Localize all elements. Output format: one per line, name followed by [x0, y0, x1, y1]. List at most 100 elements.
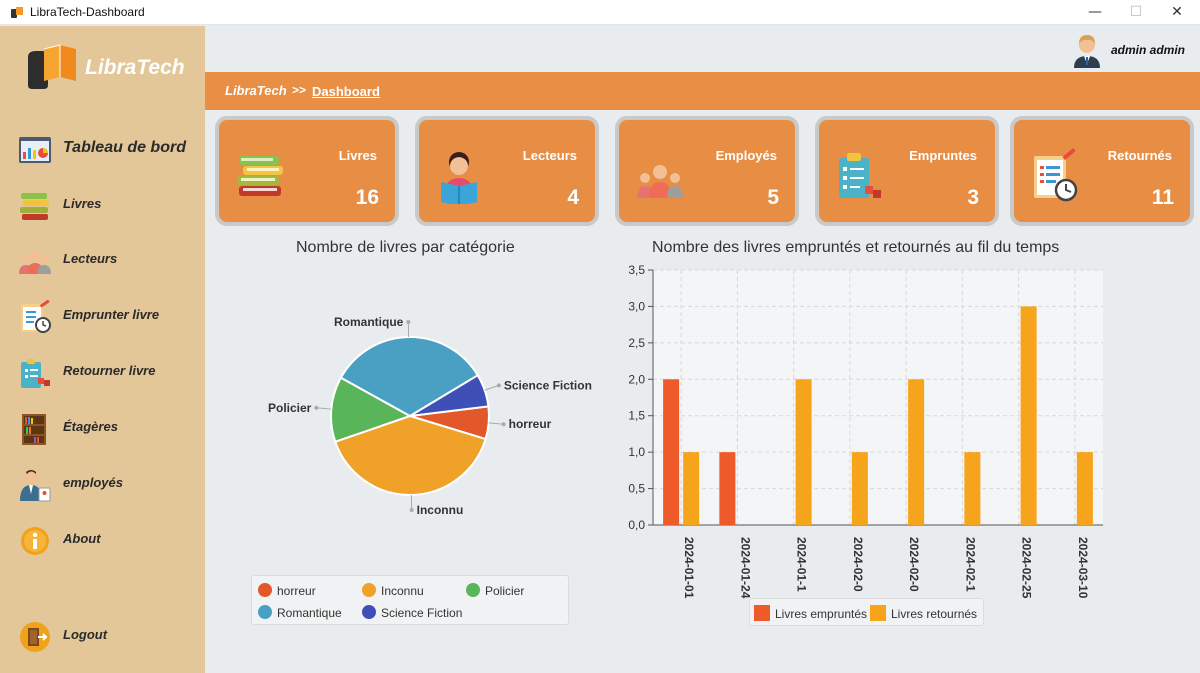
logout-icon [20, 622, 50, 652]
borrow-icon [21, 300, 51, 333]
breadcrumb: LibraTech >> Dashboard [205, 72, 1200, 110]
legend-item-romantique: Romantique [258, 605, 342, 620]
sidebar-item-retourner-livre[interactable]: Retourner livre [0, 350, 205, 394]
dashboard-icon [19, 137, 51, 163]
sidebar-item-lecteurs[interactable]: Lecteurs [0, 238, 205, 282]
sidebar-item-label: About [63, 531, 101, 546]
window-titlebar: LibraTech-Dashboard — ☐ ✕ [0, 0, 1200, 25]
breadcrumb-current[interactable]: Dashboard [312, 84, 380, 99]
app-icon [11, 7, 23, 18]
bar-livres-retourn-s-6 [964, 452, 981, 525]
employees-icon [637, 165, 683, 198]
pie-leader-line [488, 422, 504, 425]
shelves-icon [22, 414, 46, 445]
pie-label-science-fiction: Science Fiction [504, 378, 592, 392]
card-emprunts[interactable]: Empruntes 3 [815, 116, 999, 226]
y-tick-label: 0,0 [628, 518, 645, 532]
user-avatar [1074, 35, 1100, 68]
card-label: Lecteurs [522, 148, 577, 163]
card-value: 16 [355, 186, 379, 209]
card-value: 4 [567, 186, 579, 209]
window-title: LibraTech-Dashboard [30, 5, 145, 19]
user-profile[interactable]: admin admin [1068, 32, 1200, 68]
reader-icon [441, 152, 477, 204]
x-tick-label: 2024-01-24 [738, 537, 752, 599]
pie-chart-title: Nombre de livres par catégorie [296, 239, 515, 256]
bar-chart-title: Nombre des livres empruntés et retournés… [652, 239, 1060, 256]
sidebar-item-emprunter-livre[interactable]: Emprunter livre [0, 294, 205, 338]
books-stack-icon [237, 156, 283, 196]
bar-livres-retourn-s-4 [851, 452, 868, 525]
x-tick-label: 2024-03-10 [1076, 537, 1090, 599]
card-lecteurs[interactable]: Lecteurs 4 [415, 116, 599, 226]
sidebar-item-label: Livres [63, 196, 102, 211]
card-livres[interactable]: Livres 16 [215, 116, 399, 226]
y-tick-label: 1,5 [628, 409, 645, 423]
card-label: Retournés [1107, 148, 1172, 163]
legend-item-empruntes: Livres empruntés [754, 605, 867, 621]
sidebar-item-label: Lecteurs [63, 251, 118, 266]
clipboard-clock-icon [1034, 148, 1078, 202]
x-tick-label: 2024-02-25 [1020, 537, 1034, 599]
card-value: 3 [967, 186, 979, 209]
card-value: 5 [767, 186, 779, 209]
pie-chart: horreur Inconnu Policier Romantique Science … [268, 315, 592, 517]
sidebar-item-about[interactable]: About [0, 518, 205, 562]
minimize-button[interactable]: — [1072, 0, 1118, 25]
readers-icon [19, 251, 51, 274]
breadcrumb-separator: >> [292, 83, 307, 97]
card-label: Livres [338, 148, 377, 163]
close-button[interactable]: ✕ [1154, 0, 1200, 25]
return-icon [21, 359, 50, 388]
legend-item-policier: Policier [466, 583, 524, 598]
y-tick-label: 0,5 [628, 482, 645, 496]
sidebar: LibraTech Tableau de bord Livres Lecteur… [0, 26, 205, 673]
sidebar-item-livres[interactable]: Livres [0, 183, 205, 227]
sidebar-item-label: Logout [63, 627, 108, 642]
sidebar-item-etageres[interactable]: Étagères [0, 406, 205, 450]
pie-leader-line [316, 407, 332, 410]
x-tick-label: 2024-01-1 [795, 537, 809, 592]
x-tick-label: 2024-02-0 [851, 537, 865, 592]
bar-livres-retourn-s-7 [1020, 306, 1037, 525]
bar-livres-emprunt-s-1 [663, 379, 680, 525]
sidebar-item-employes[interactable]: employés [0, 462, 205, 506]
user-name: admin admin [1111, 43, 1186, 57]
x-tick-label: 2024-02-0 [907, 537, 921, 592]
sidebar-item-label: Retourner livre [63, 363, 156, 378]
bar-livres-retourn-s-8 [1076, 452, 1093, 525]
brand-name: LibraTech [85, 56, 185, 79]
card-value: 11 [1151, 186, 1174, 209]
bar-livres-retourn-s-3 [795, 379, 812, 525]
info-icon [21, 527, 49, 555]
card-label: Employés [715, 148, 777, 163]
y-tick-label: 3,5 [628, 263, 645, 277]
card-retournes[interactable]: Retournés 11 [1010, 116, 1194, 226]
card-label: Empruntes [909, 148, 977, 163]
bar-chart: 0,0 0,5 1,0 1,5 2,0 2,5 3,0 3,5 2024-01-01 2024-0… [628, 263, 1103, 599]
pie-leader-line [484, 384, 500, 391]
sidebar-item-label: Tableau de bord [63, 139, 186, 156]
bar-livres-emprunt-s-2 [719, 452, 736, 525]
bar-livres-retourn-s-1 [683, 452, 700, 525]
x-tick-label: 2024-02-1 [963, 537, 977, 592]
pie-label-horreur: horreur [509, 417, 552, 431]
maximize-button[interactable]: ☐ [1113, 0, 1159, 25]
pie-label-policier: Policier [268, 401, 312, 415]
card-employes[interactable]: Employés 5 [615, 116, 799, 226]
legend-item-horreur: horreur [258, 583, 316, 598]
y-tick-label: 2,5 [628, 336, 645, 350]
sidebar-item-logout[interactable]: Logout [0, 614, 205, 658]
sidebar-item-label: Étagères [63, 419, 118, 434]
y-tick-label: 1,0 [628, 445, 645, 459]
x-tick-label: 2024-01-01 [682, 537, 696, 599]
sidebar-item-dashboard[interactable]: Tableau de bord [0, 128, 205, 172]
logo-icon [28, 44, 76, 89]
legend-item-inconnu: Inconnu [362, 583, 424, 598]
pie-label-inconnu: Inconnu [417, 503, 464, 517]
y-tick-label: 2,0 [628, 372, 645, 386]
employee-icon [20, 470, 51, 502]
sidebar-item-label: Emprunter livre [63, 307, 160, 322]
breadcrumb-root[interactable]: LibraTech [225, 83, 287, 98]
y-tick-label: 3,0 [628, 299, 645, 313]
